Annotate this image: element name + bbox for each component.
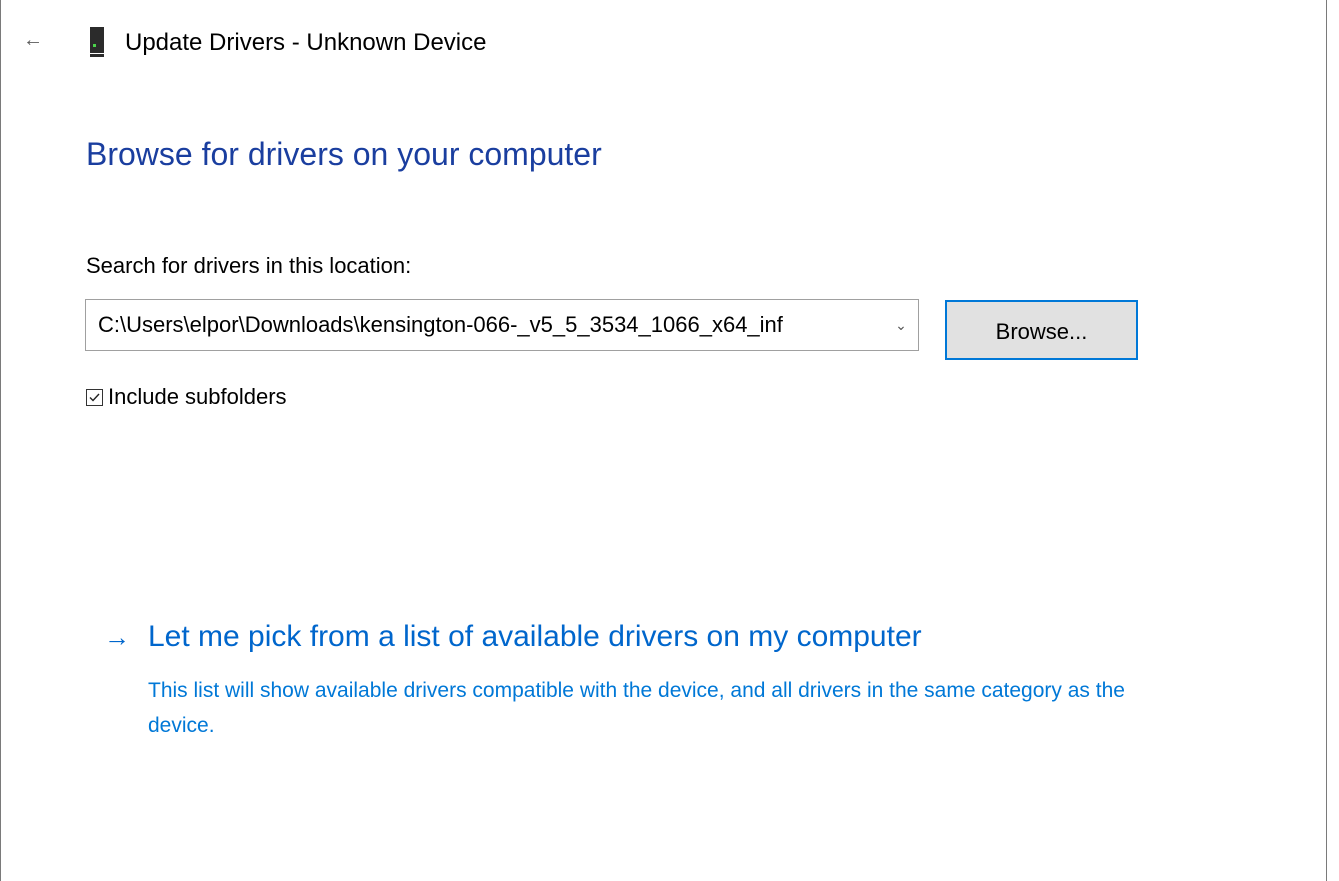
driver-path-combobox[interactable]: C:\Users\elpor\Downloads\kensington-066-… bbox=[85, 299, 919, 351]
pick-from-list-label[interactable]: Let me pick from a list of available dri… bbox=[148, 620, 922, 654]
browse-button[interactable]: Browse... bbox=[945, 300, 1138, 360]
window-title: Update Drivers - Unknown Device bbox=[125, 29, 487, 56]
page-title: Browse for drivers on your computer bbox=[86, 136, 602, 172]
back-button[interactable]: ← bbox=[19, 26, 47, 54]
right-arrow-icon: → bbox=[104, 621, 130, 652]
dialog-window: ← Update Drivers - Unknown Device Browse… bbox=[0, 0, 1327, 881]
driver-path-input[interactable]: C:\Users\elpor\Downloads\kensington-066-… bbox=[86, 312, 884, 338]
device-icon bbox=[90, 27, 104, 57]
back-arrow-icon: ← bbox=[23, 28, 43, 51]
include-subfolders-label: Include subfolders bbox=[108, 384, 287, 409]
include-subfolders-checkbox[interactable]: Include subfolders bbox=[86, 384, 287, 410]
chevron-down-icon[interactable]: ⌄ bbox=[884, 300, 918, 350]
location-label: Search for drivers in this location: bbox=[86, 253, 412, 278]
pick-from-list-link[interactable]: → Let me pick from a list of available d… bbox=[104, 620, 922, 654]
checkbox-box[interactable] bbox=[86, 388, 103, 406]
checkmark-icon bbox=[89, 393, 100, 402]
pick-from-list-description: This list will show available drivers co… bbox=[148, 679, 1125, 737]
